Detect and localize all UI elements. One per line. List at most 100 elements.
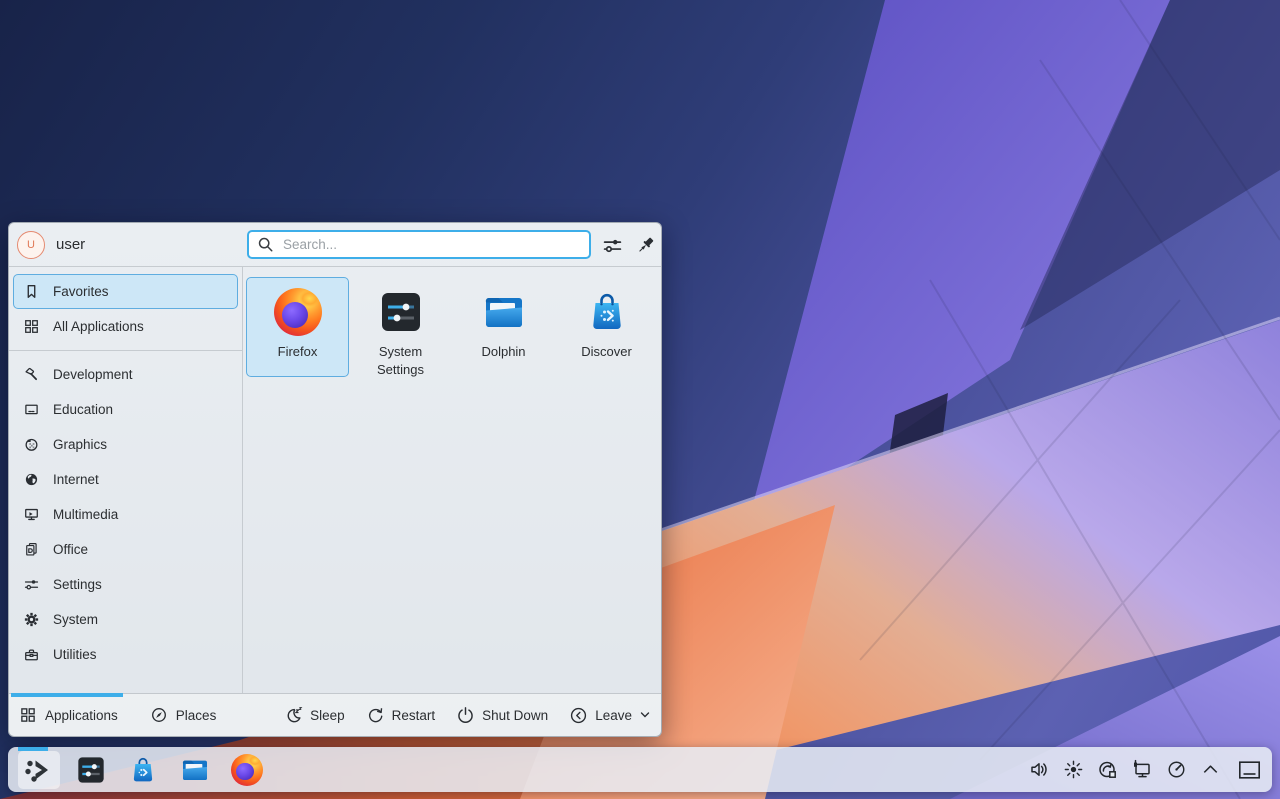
sidebar-item-label: Development — [53, 367, 133, 382]
tray-updates[interactable] — [1097, 759, 1118, 780]
firefox-icon — [231, 754, 263, 786]
sidebar-item-label: All Applications — [53, 319, 144, 334]
chevron-up-icon — [1200, 759, 1221, 780]
tray-network[interactable] — [1131, 759, 1153, 780]
tray-volume[interactable] — [1029, 759, 1050, 780]
favorites-grid: Firefox System Set — [243, 267, 661, 693]
application-launcher-menu: U user — [8, 222, 662, 737]
sidebar-item-favorites[interactable]: Favorites — [13, 274, 238, 309]
sidebar-item-label: Office — [53, 542, 88, 557]
search-box — [247, 230, 591, 259]
sidebar-item-label: Education — [53, 402, 113, 417]
sidebar-item-education[interactable]: Education — [13, 392, 238, 427]
hammer-icon — [23, 366, 40, 383]
sidebar-separator — [9, 350, 242, 351]
sidebar-item-label: Settings — [53, 577, 102, 592]
leave-circle-icon — [569, 706, 588, 725]
app-tile-firefox[interactable]: Firefox — [246, 277, 349, 377]
configure-button[interactable] — [599, 232, 625, 258]
sidebar-item-multimedia[interactable]: Multimedia — [13, 497, 238, 532]
avatar-letter: U — [27, 239, 35, 251]
discover-bag-icon — [127, 754, 159, 786]
session-actions: Sleep Restart Shut Down — [284, 706, 651, 725]
action-label: Restart — [392, 708, 436, 723]
all-apps-grid-icon — [23, 318, 40, 335]
sidebar-item-label: Internet — [53, 472, 99, 487]
globe-badge-icon — [1097, 759, 1118, 780]
pin-button[interactable] — [633, 232, 659, 258]
sidebar-item-internet[interactable]: Internet — [13, 462, 238, 497]
toolbox-icon — [23, 646, 40, 663]
shut-down-button[interactable]: Shut Down — [456, 706, 548, 725]
app-tile-discover[interactable]: Discover — [555, 277, 658, 377]
taskbar-firefox[interactable] — [226, 751, 268, 789]
taskbar-kickoff-launcher[interactable] — [18, 751, 60, 789]
dithered-circle-icon — [23, 436, 40, 453]
sidebar-item-utilities[interactable]: Utilities — [13, 637, 238, 672]
leave-button[interactable]: Leave — [569, 706, 651, 725]
avatar[interactable]: U — [17, 231, 45, 259]
app-label: Dolphin — [481, 343, 525, 361]
show-desktop-button[interactable] — [1237, 759, 1262, 781]
tab-label: Applications — [45, 708, 118, 723]
pin-icon — [636, 235, 657, 256]
chevron-down-icon — [639, 709, 651, 721]
sidebar-item-settings[interactable]: Settings — [13, 567, 238, 602]
compass-icon — [150, 706, 168, 724]
sidebar-item-office[interactable]: Office — [13, 532, 238, 567]
tab-places[interactable]: Places — [150, 706, 217, 724]
bookmark-icon — [23, 283, 40, 300]
app-label: Firefox — [278, 343, 318, 361]
app-tile-system-settings[interactable]: System Settings — [349, 277, 452, 377]
search-input[interactable] — [281, 236, 581, 253]
discover-bag-icon — [583, 288, 631, 336]
kde-kickoff-icon — [23, 754, 55, 786]
user-name: user — [56, 236, 85, 253]
show-desktop-icon — [1237, 759, 1262, 781]
sidebar-item-label: Graphics — [53, 437, 107, 452]
app-tile-dolphin[interactable]: Dolphin — [452, 277, 555, 377]
sidebar-item-graphics[interactable]: Graphics — [13, 427, 238, 462]
active-tab-indicator — [11, 693, 123, 697]
tray-expand[interactable] — [1200, 759, 1221, 780]
system-settings-icon — [75, 754, 107, 786]
monitor-play-icon — [23, 506, 40, 523]
configure-icon — [602, 235, 623, 256]
launcher-active-indicator — [18, 747, 48, 751]
tray-system-load[interactable] — [1166, 759, 1187, 780]
app-label: System Settings — [362, 343, 440, 378]
globe-icon — [23, 471, 40, 488]
gear-icon — [23, 611, 40, 628]
taskbar-panel — [8, 747, 1272, 792]
launcher-body: Favorites All Applications — [9, 267, 661, 693]
sidebar-item-label: Multimedia — [53, 507, 118, 522]
app-label: Discover — [581, 343, 632, 361]
sidebar-item-development[interactable]: Development — [13, 357, 238, 392]
sidebar-item-all-applications[interactable]: All Applications — [13, 309, 238, 344]
sidebar-item-label: Favorites — [53, 284, 109, 299]
tray-brightness[interactable] — [1063, 759, 1084, 780]
power-icon — [456, 706, 475, 725]
restart-button[interactable]: Restart — [366, 706, 436, 725]
sun-icon — [1063, 759, 1084, 780]
taskbar-discover[interactable] — [122, 751, 164, 789]
sidebar-item-system[interactable]: System — [13, 602, 238, 637]
sliders-icon — [23, 576, 40, 593]
launcher-sidebar: Favorites All Applications — [9, 267, 243, 693]
system-settings-icon — [377, 288, 425, 336]
taskbar-system-settings[interactable] — [70, 751, 112, 789]
sidebar-item-label: System — [53, 612, 98, 627]
desktop-screen: U user — [0, 0, 1280, 799]
gauge-icon — [1166, 759, 1187, 780]
dolphin-folder-icon — [179, 754, 211, 786]
tab-applications[interactable]: Applications — [19, 706, 118, 724]
system-tray — [1029, 759, 1221, 780]
action-label: Shut Down — [482, 708, 548, 723]
speaker-icon — [1029, 759, 1050, 780]
launcher-header: U user — [9, 223, 661, 267]
launcher-footer: Applications Places Sleep — [9, 693, 661, 736]
sleep-button[interactable]: Sleep — [284, 706, 345, 725]
taskbar-dolphin[interactable] — [174, 751, 216, 789]
search-icon — [257, 236, 274, 253]
dolphin-folder-icon — [480, 288, 528, 336]
